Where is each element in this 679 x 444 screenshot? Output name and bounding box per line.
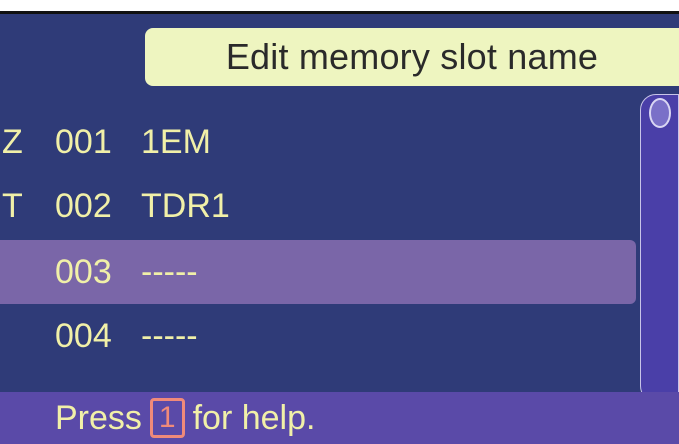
title-bar: Edit memory slot name — [145, 28, 679, 86]
scrollbar-thumb[interactable] — [649, 98, 671, 128]
memory-slot-row-selected[interactable]: 003 ----- — [0, 240, 636, 304]
scrollbar[interactable] — [640, 94, 679, 402]
slot-name: ----- — [141, 252, 198, 291]
page-title: Edit memory slot name — [225, 36, 599, 77]
slot-name: ----- — [141, 316, 198, 355]
footer-suffix: for help. — [192, 398, 316, 437]
slot-number: 001 — [55, 122, 112, 161]
help-footer: Press 1 for help. — [0, 392, 679, 444]
slot-number: 004 — [55, 316, 112, 355]
slot-number: 002 — [55, 186, 112, 225]
slot-name: 1EM — [141, 122, 211, 161]
slot-flag: T — [2, 186, 23, 225]
memory-slot-row[interactable]: Z 001 1EM — [0, 110, 636, 174]
slot-name: TDR1 — [141, 186, 230, 225]
footer-prefix: Press — [55, 398, 142, 437]
memory-slot-row[interactable]: T 002 TDR1 — [0, 174, 636, 238]
main-panel: Edit memory slot name Z 001 1EM T 002 TD… — [0, 11, 679, 444]
slot-flag: Z — [2, 122, 23, 161]
slot-number: 003 — [55, 252, 112, 291]
help-key-badge: 1 — [149, 398, 185, 438]
memory-slot-row[interactable]: 004 ----- — [0, 304, 636, 368]
device-screen: Edit memory slot name Z 001 1EM T 002 TD… — [0, 0, 679, 444]
